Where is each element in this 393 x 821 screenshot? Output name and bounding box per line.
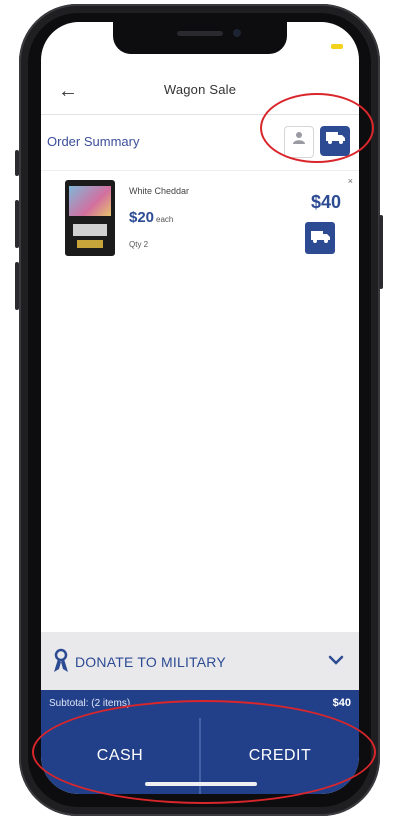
- truck-icon: [311, 231, 330, 243]
- product-image: [65, 180, 115, 256]
- donate-to-military-row[interactable]: DONATE TO MILITARY: [41, 632, 359, 690]
- each-label: each: [156, 215, 174, 224]
- camera: [233, 29, 241, 37]
- item-line-total: $40: [310, 192, 341, 212]
- chevron-down-icon[interactable]: [327, 651, 345, 669]
- unit-price-value: $20: [129, 209, 155, 226]
- item-ship-button[interactable]: [305, 222, 335, 254]
- annotation-circle-payment: [32, 700, 376, 804]
- mute-switch: [15, 150, 19, 176]
- summary-divider: [41, 170, 359, 171]
- cart-item: White Cheddar $20 each Qty 2 $40 ×: [41, 174, 359, 264]
- item-unit-price: $20 each: [129, 209, 173, 226]
- battery-indicator: [331, 44, 343, 49]
- volume-up-button: [15, 200, 19, 248]
- notch: [113, 22, 287, 54]
- remove-item-icon[interactable]: ×: [348, 176, 353, 186]
- donate-label: DONATE TO MILITARY: [75, 654, 226, 670]
- subtotal-amount: $40: [332, 697, 351, 709]
- speaker: [177, 31, 223, 36]
- ribbon-icon: [54, 648, 68, 672]
- item-quantity[interactable]: Qty 2: [129, 240, 148, 249]
- power-button: [379, 215, 383, 289]
- annotation-circle-fulfillment: [260, 93, 374, 163]
- order-summary-label: Order Summary: [47, 134, 140, 149]
- volume-down-button: [15, 262, 19, 310]
- item-name: White Cheddar: [129, 186, 190, 196]
